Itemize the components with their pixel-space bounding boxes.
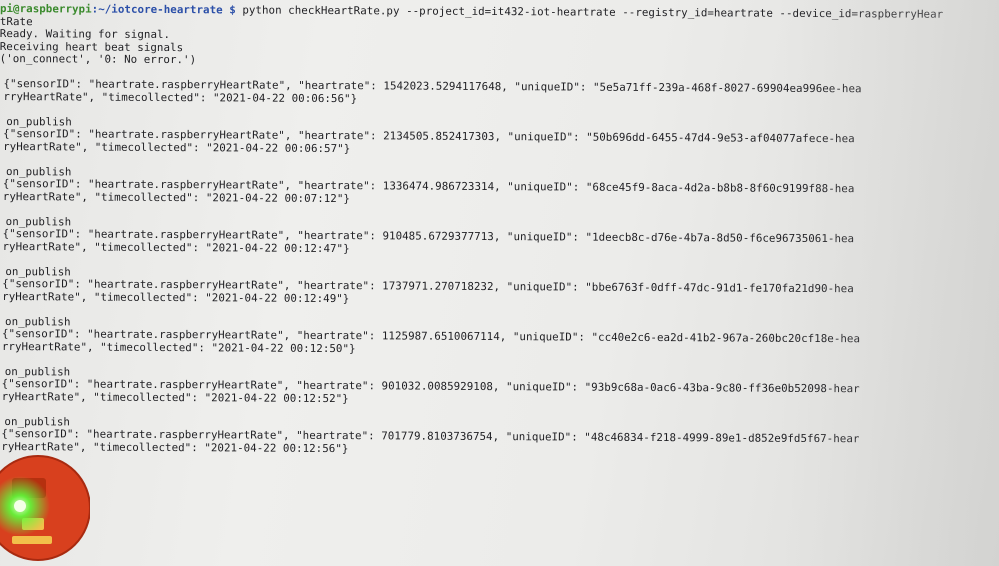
log-entry: on_publish {"sensorID": "heartrate.raspb… <box>0 115 999 159</box>
prompt-path: :~/iotcore-heartrate $ <box>91 2 243 17</box>
log-entry: on_publish {"sensorID": "heartrate.raspb… <box>0 415 999 459</box>
log-entry: on_publish {"sensorID": "heartrate.raspb… <box>0 315 999 359</box>
log-entry: on_publish {"sensorID": "heartrate.raspb… <box>0 365 999 409</box>
log-entry: on_publish {"sensorID": "heartrate.raspb… <box>0 165 999 209</box>
terminal-window[interactable]: pi@raspberrypi:~/iotcore-heartrate $ pyt… <box>0 2 999 472</box>
log-entry: on_publish {"sensorID": "heartrate.raspb… <box>0 215 999 259</box>
log-entry: on_publish {"sensorID": "heartrate.raspb… <box>0 265 999 309</box>
log-entry: {"sensorID": "heartrate.raspberryHeartRa… <box>0 77 999 109</box>
prompt-user-host: pi@raspberrypi <box>0 2 92 16</box>
